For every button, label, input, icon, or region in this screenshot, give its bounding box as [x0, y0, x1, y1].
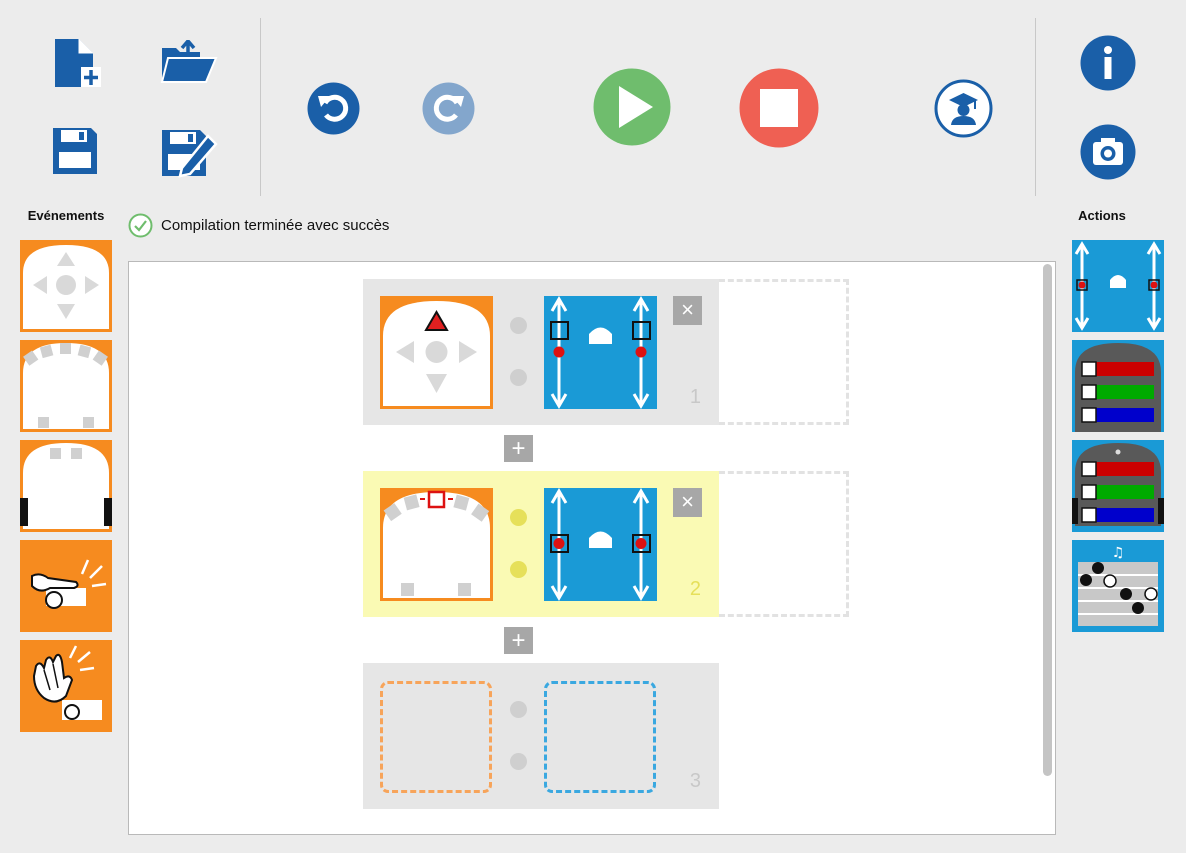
info-button[interactable]: [1080, 35, 1136, 91]
event-tile-prox-horizontal[interactable]: [20, 340, 112, 432]
event-action-pair-1[interactable]: × 1: [363, 279, 719, 425]
toolbar-divider-right: [1035, 18, 1036, 196]
play-icon: [593, 68, 671, 146]
file-new-icon: [55, 39, 101, 87]
events-panel-title: Evénements: [27, 208, 105, 223]
svg-text:♫: ♫: [1112, 545, 1125, 561]
pair-2-dot-1: [510, 509, 527, 526]
check-circle-icon: [128, 213, 153, 238]
compilation-status: Compilation terminée avec succès: [128, 213, 389, 238]
actions-panel-title: Actions: [1078, 208, 1126, 223]
event-tile-prox-ground[interactable]: [20, 440, 112, 532]
folder-open-icon: [160, 40, 218, 83]
event-action-pair-3[interactable]: 3: [363, 663, 719, 809]
canvas-scrollbar[interactable]: [1043, 264, 1052, 776]
pair-3-dot-1: [510, 701, 527, 718]
pair-1-dot-1: [510, 317, 527, 334]
add-pair-button-2[interactable]: +: [504, 627, 533, 654]
redo-button[interactable]: [422, 82, 475, 135]
save-icon: [53, 128, 97, 174]
advanced-mode-button[interactable]: [934, 79, 993, 138]
pair-2-delete-button[interactable]: ×: [673, 488, 702, 517]
pair-1-event[interactable]: [380, 296, 493, 414]
action-tile-motors[interactable]: [1072, 240, 1164, 332]
action-tile-music[interactable]: ♫: [1072, 540, 1164, 632]
new-file-button[interactable]: [51, 37, 103, 91]
redo-icon: [422, 82, 475, 135]
pair-2-number: 2: [689, 578, 701, 600]
save-button[interactable]: [51, 126, 99, 176]
undo-icon: [307, 82, 360, 135]
pair-3-event-drop-zone[interactable]: [380, 681, 492, 793]
pair-1-dot-2: [510, 369, 527, 386]
event-action-pair-2[interactable]: × 2: [363, 471, 719, 617]
stop-icon: [739, 68, 819, 148]
event-tile-tap[interactable]: [20, 540, 112, 632]
pair-2-action[interactable]: [544, 488, 657, 606]
camera-icon: [1080, 124, 1136, 180]
info-icon: [1080, 35, 1136, 91]
pair-3-dot-2: [510, 753, 527, 770]
ghost-slot-2: [719, 471, 849, 617]
open-file-button[interactable]: [160, 40, 218, 84]
screenshot-button[interactable]: [1080, 124, 1136, 180]
save-as-icon: [162, 130, 218, 178]
graduate-icon: [934, 79, 993, 138]
add-pair-button-1[interactable]: +: [504, 435, 533, 462]
pair-2-event[interactable]: [380, 488, 493, 606]
pair-3-number: 3: [689, 770, 701, 792]
action-tile-top-color[interactable]: [1072, 340, 1164, 432]
run-button[interactable]: [593, 68, 671, 146]
toolbar-divider-left: [260, 18, 261, 196]
save-as-button[interactable]: [160, 126, 218, 178]
action-tile-bottom-color[interactable]: [1072, 440, 1164, 532]
undo-button[interactable]: [307, 82, 360, 135]
pair-1-number: 1: [689, 386, 701, 408]
pair-1-delete-button[interactable]: ×: [673, 296, 702, 325]
pair-2-dot-2: [510, 561, 527, 578]
event-tile-buttons[interactable]: [20, 240, 112, 332]
pair-1-action[interactable]: [544, 296, 657, 414]
status-message: Compilation terminée avec succès: [161, 217, 390, 234]
event-tile-clap[interactable]: [20, 640, 112, 732]
pair-3-action-drop-zone[interactable]: [544, 681, 656, 793]
stop-button[interactable]: [739, 68, 819, 148]
ghost-slot-1: [719, 279, 849, 425]
